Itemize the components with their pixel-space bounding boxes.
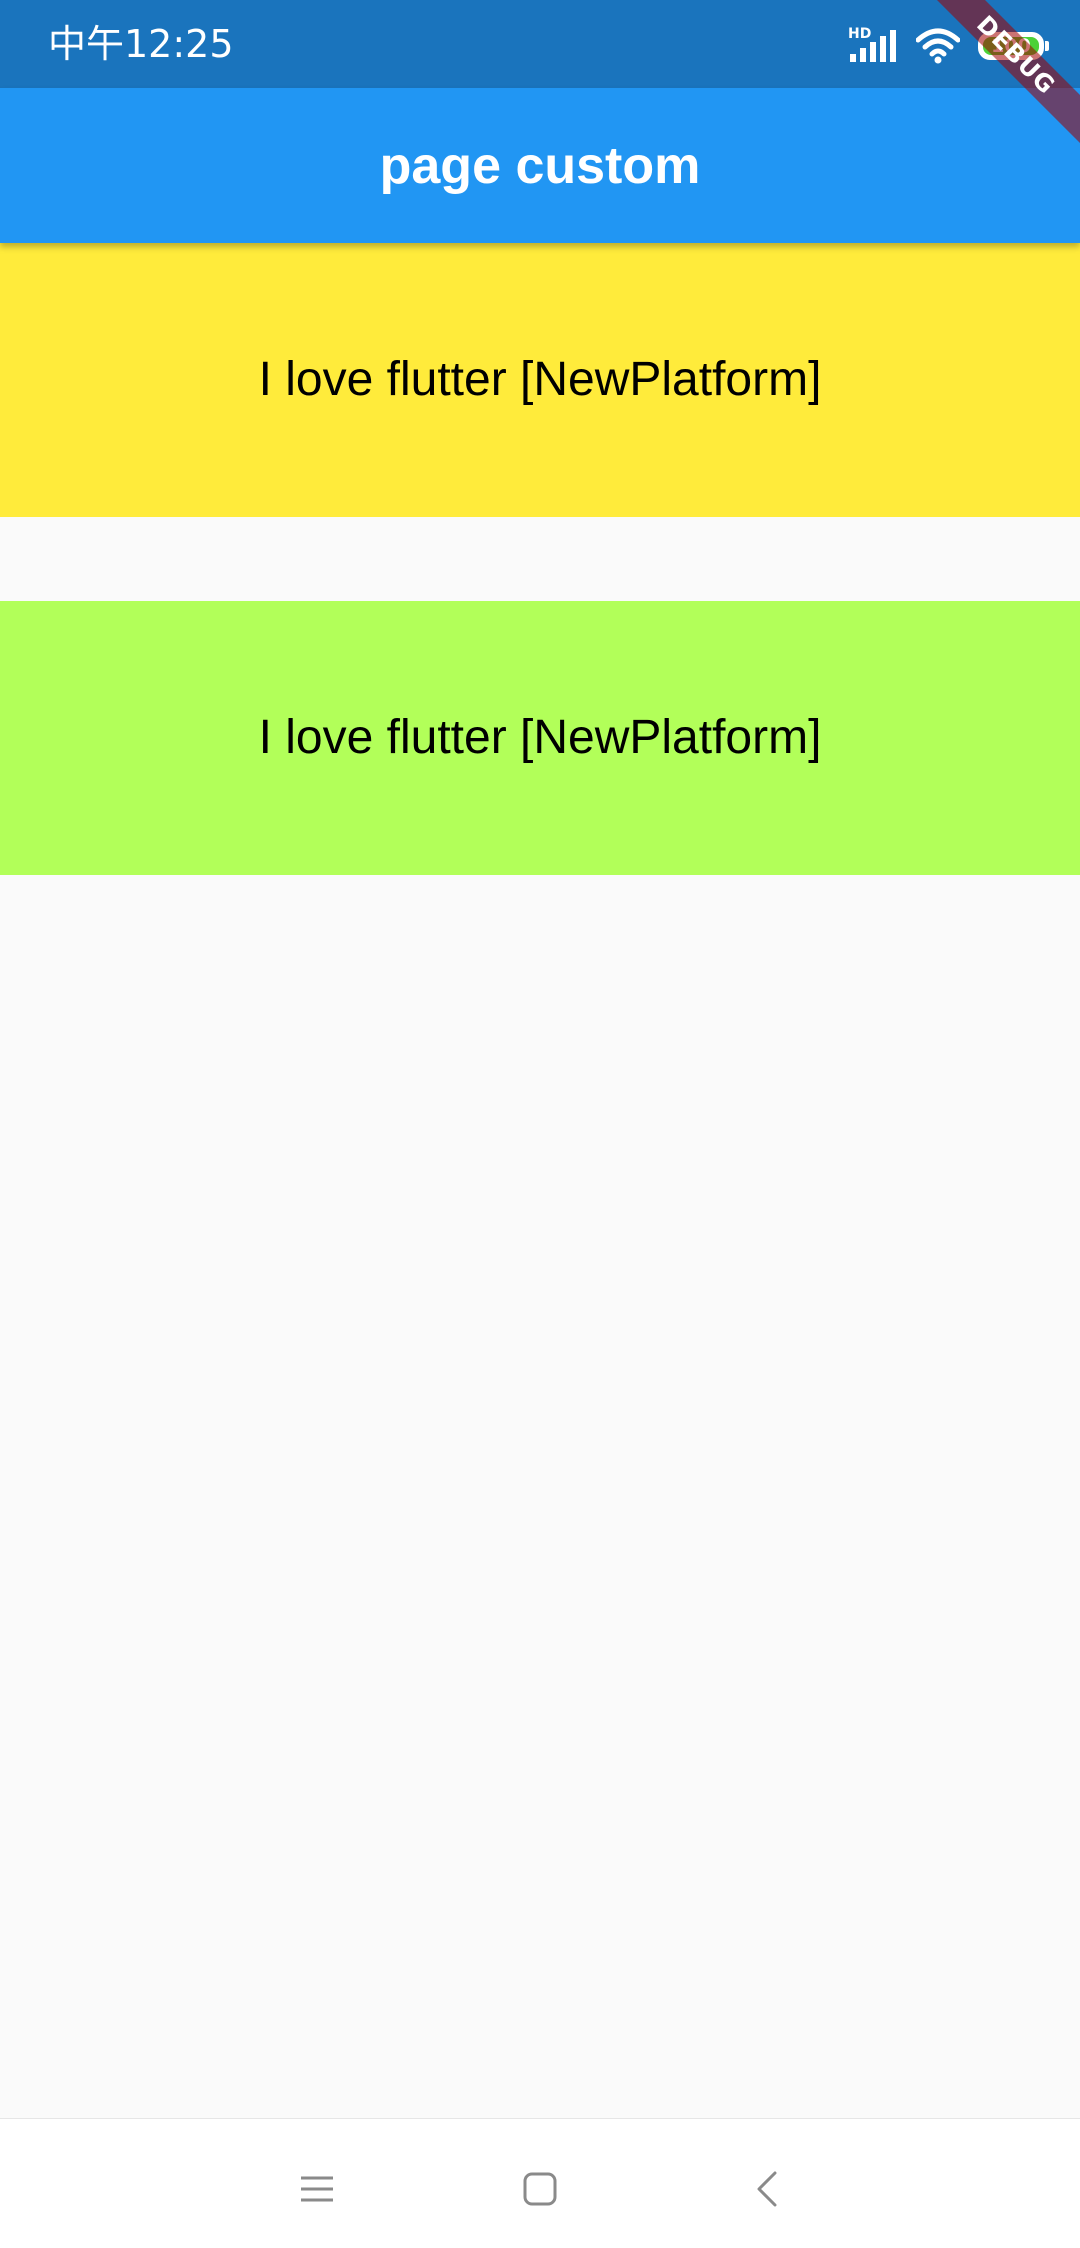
back-button[interactable] (727, 2149, 807, 2229)
signal-strength-icon: HD (848, 26, 898, 64)
page-title: page custom (379, 137, 701, 195)
recent-apps-button[interactable] (277, 2149, 357, 2229)
back-chevron-icon (757, 2171, 777, 2207)
battery-icon: 100 (978, 32, 1049, 60)
battery-tip (1045, 41, 1049, 51)
wifi-icon (916, 28, 960, 64)
yellow-card: I love flutter [NewPlatform] (0, 243, 1080, 517)
green-card: I love flutter [NewPlatform] (0, 601, 1080, 875)
app-screen: 中午12:25 HD 100 DEBUG page custom I love … (0, 0, 1080, 2248)
status-time: 中午12:25 (48, 22, 234, 66)
home-button[interactable] (500, 2149, 580, 2229)
system-nav-bar (0, 2118, 1080, 2248)
app-bar: page custom (0, 88, 1080, 243)
home-square-icon (523, 2172, 557, 2206)
green-card-text: I love flutter [NewPlatform] (258, 711, 822, 764)
status-icons: HD 100 (848, 26, 1049, 66)
yellow-card-text: I love flutter [NewPlatform] (258, 353, 822, 406)
status-bar: 中午12:25 HD 100 (0, 0, 1080, 88)
battery-level: 100 (991, 35, 1031, 57)
menu-icon (301, 2176, 333, 2202)
